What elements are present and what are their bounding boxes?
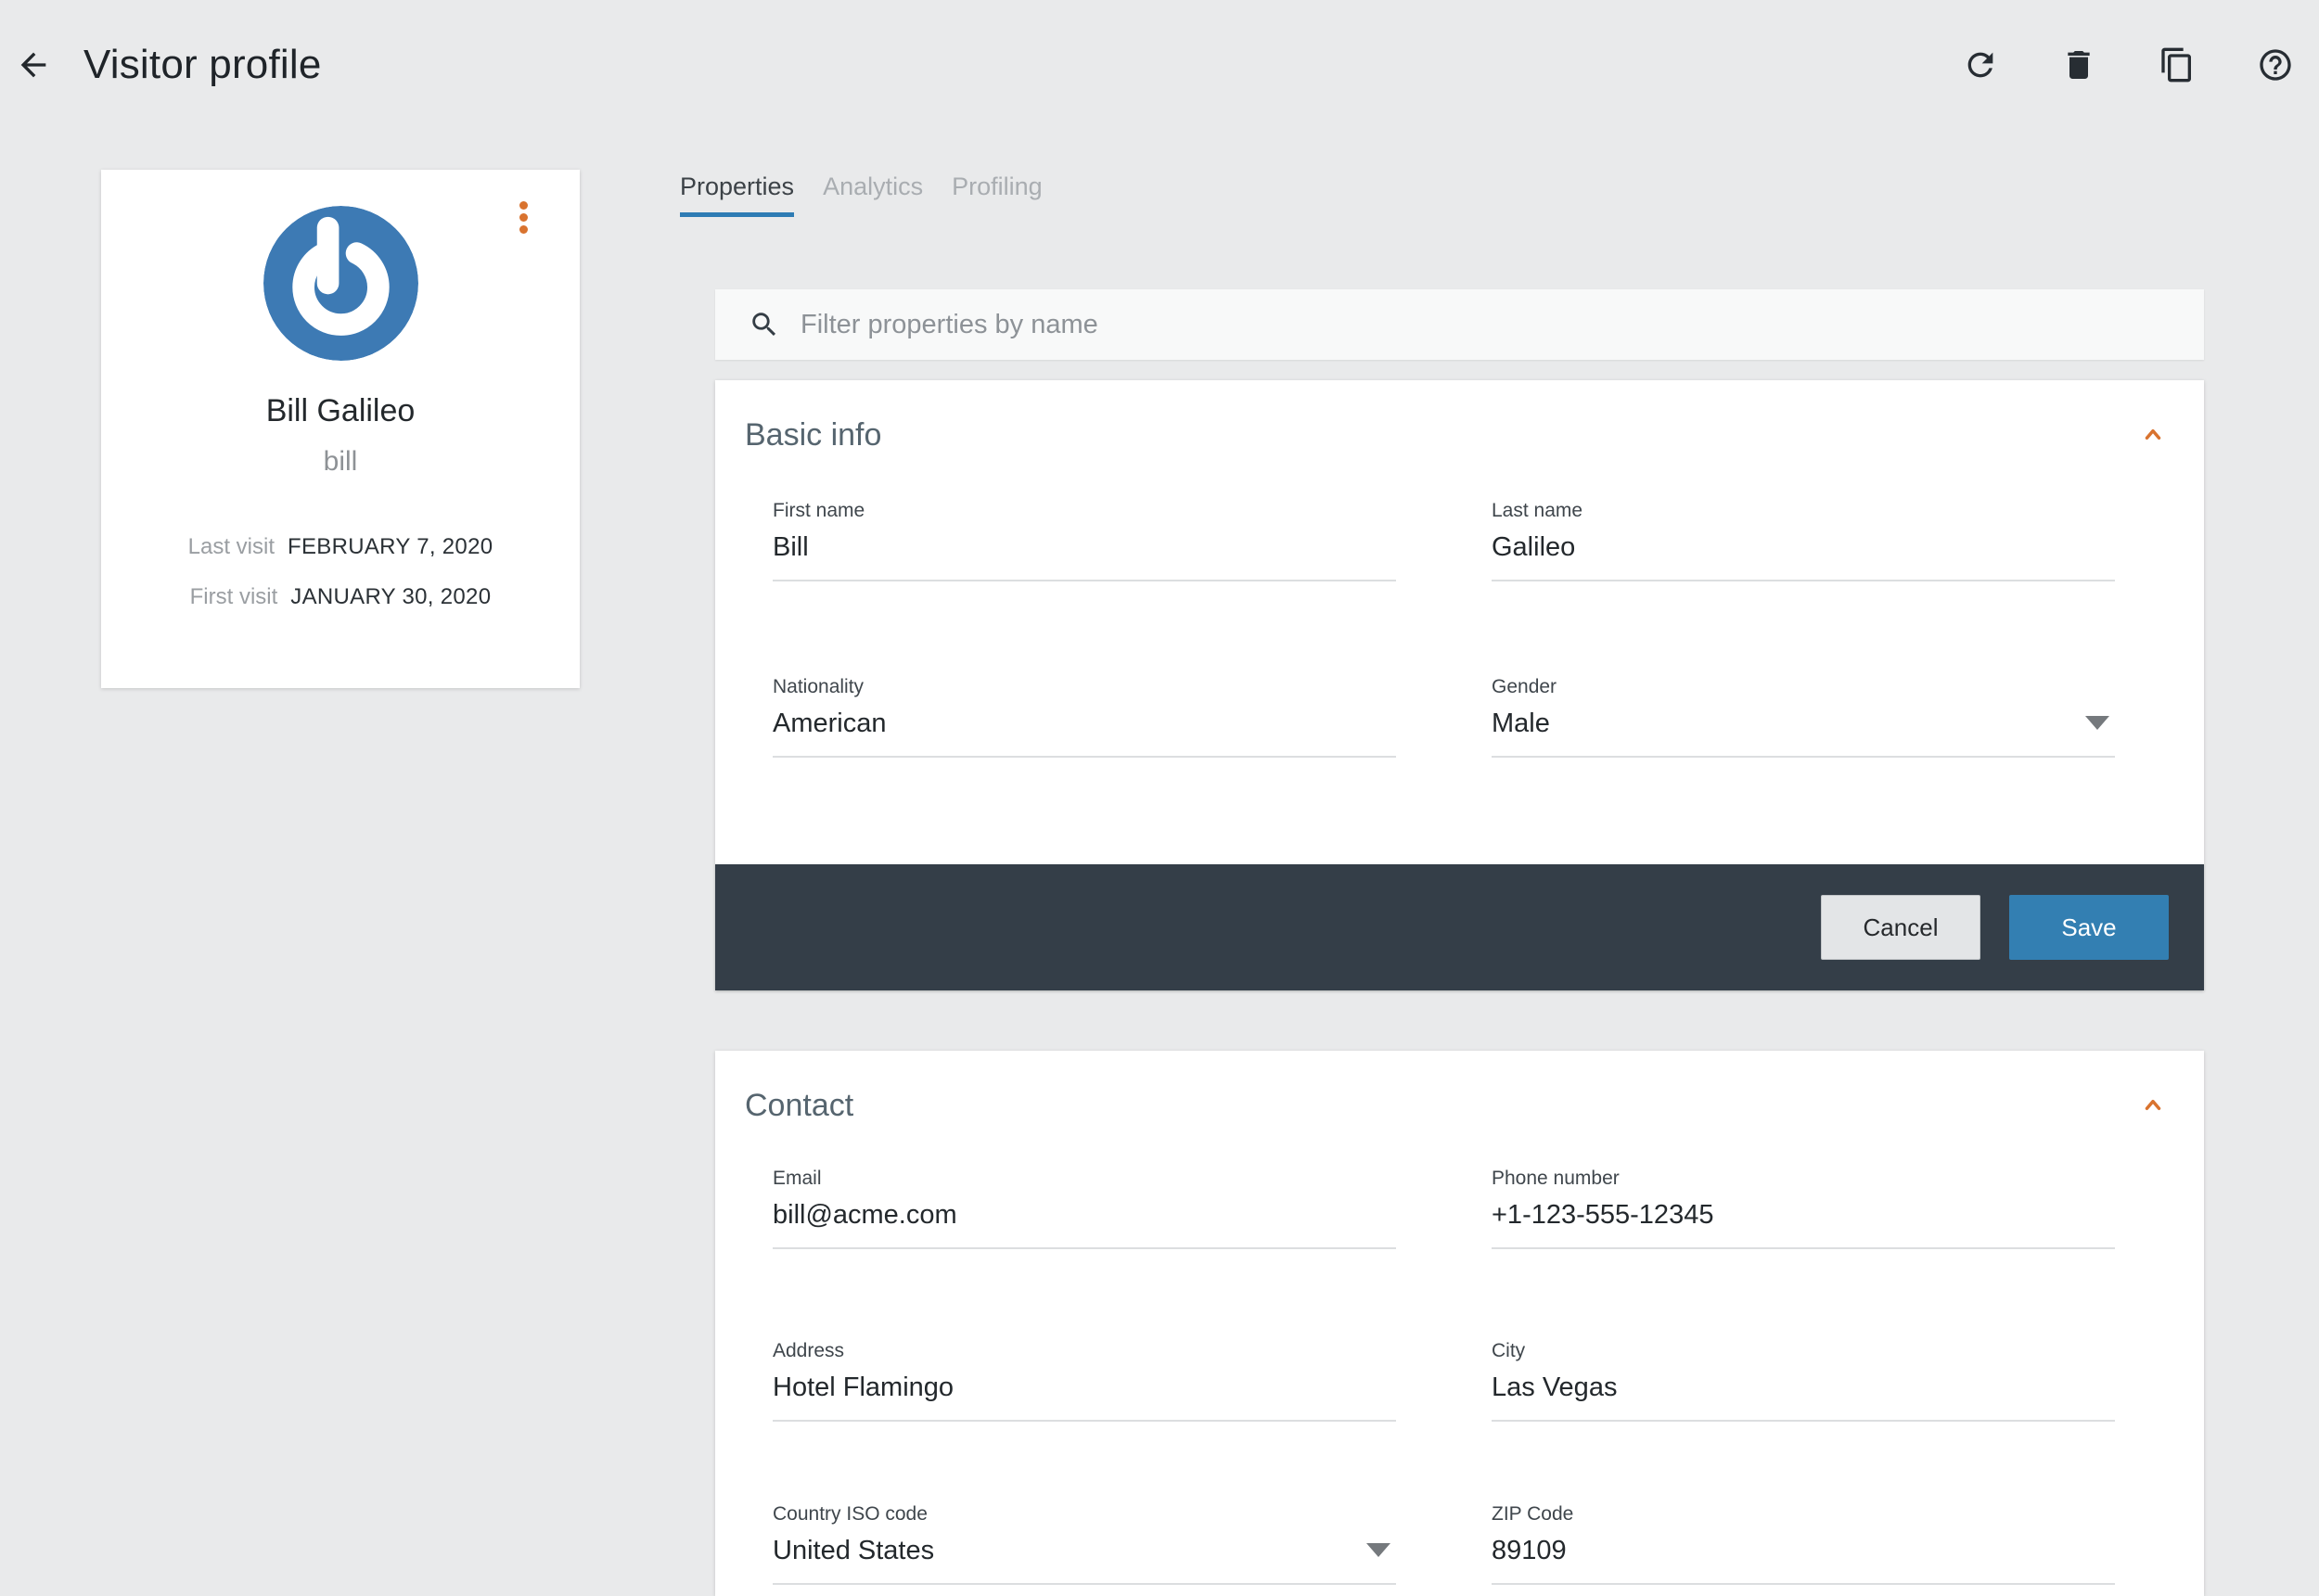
field-label: Last name bbox=[1492, 501, 2115, 521]
delete-icon[interactable] bbox=[2059, 45, 2098, 84]
last-name-input[interactable] bbox=[1492, 531, 2115, 581]
search-icon bbox=[749, 309, 780, 340]
tab-analytics[interactable]: Analytics bbox=[823, 172, 923, 217]
section-title: Contact bbox=[745, 1088, 853, 1124]
field-label: Country ISO code bbox=[773, 1504, 1396, 1525]
refresh-glyph bbox=[1962, 46, 1999, 83]
help-icon[interactable] bbox=[2256, 45, 2295, 84]
tab-properties[interactable]: Properties bbox=[680, 172, 794, 217]
city-input[interactable] bbox=[1492, 1372, 2115, 1422]
copy-glyph bbox=[2159, 46, 2196, 83]
field-label: City bbox=[1492, 1341, 2115, 1361]
first-visit-row: First visit JANUARY 30, 2020 bbox=[101, 583, 580, 611]
kebab-dot bbox=[519, 201, 528, 210]
search-input[interactable] bbox=[801, 310, 2185, 340]
first-visit-value: JANUARY 30, 2020 bbox=[290, 583, 491, 611]
caret-down-icon[interactable] bbox=[1366, 1543, 1390, 1557]
save-action-bar: Cancel Save bbox=[715, 864, 2204, 990]
back-icon[interactable] bbox=[13, 45, 54, 85]
copy-icon[interactable] bbox=[2158, 45, 2197, 84]
phone-number-input[interactable] bbox=[1492, 1199, 2115, 1249]
caret-down-icon[interactable] bbox=[2085, 716, 2109, 730]
field-label: Phone number bbox=[1492, 1168, 2115, 1189]
cancel-button[interactable]: Cancel bbox=[1821, 895, 1980, 960]
header-actions bbox=[1961, 45, 2319, 84]
arrow-left-icon bbox=[15, 46, 52, 83]
avatar bbox=[263, 206, 418, 361]
field-city: City bbox=[1492, 1341, 2115, 1422]
refresh-icon[interactable] bbox=[1961, 45, 2000, 84]
chevron-up-icon[interactable] bbox=[2139, 1092, 2167, 1119]
kebab-dot bbox=[519, 225, 528, 234]
question-circle-glyph bbox=[2257, 46, 2294, 83]
field-label: Address bbox=[773, 1341, 1396, 1361]
trash-glyph bbox=[2060, 46, 2097, 83]
field-label: Nationality bbox=[773, 677, 1396, 697]
last-visit-row: Last visit FEBRUARY 7, 2020 bbox=[101, 533, 580, 561]
first-visit-label: First visit bbox=[190, 583, 278, 611]
visitor-summary-card: Bill Galileo bill Last visit FEBRUARY 7,… bbox=[101, 170, 580, 688]
visitor-name: Bill Galileo bbox=[101, 391, 580, 430]
page-title: Visitor profile bbox=[83, 42, 322, 88]
profile-tabs: Properties Analytics Profiling bbox=[680, 172, 1043, 217]
last-visit-value: FEBRUARY 7, 2020 bbox=[288, 533, 493, 561]
profile-menu-icon[interactable] bbox=[517, 201, 530, 234]
first-name-input[interactable] bbox=[773, 531, 1396, 581]
field-country-iso-code: Country ISO code bbox=[773, 1504, 1396, 1585]
gender-select[interactable] bbox=[1492, 708, 2115, 758]
section-contact: Contact Email Phone number Address City … bbox=[715, 1051, 2204, 1596]
email-input[interactable] bbox=[773, 1199, 1396, 1249]
address-input[interactable] bbox=[773, 1372, 1396, 1422]
visitor-username: bill bbox=[101, 444, 580, 479]
field-label: ZIP Code bbox=[1492, 1504, 2115, 1525]
save-button[interactable]: Save bbox=[2009, 895, 2169, 960]
country-select[interactable] bbox=[773, 1535, 1396, 1585]
field-label: Email bbox=[773, 1168, 1396, 1189]
section-basic-info: Basic info First name Last name National… bbox=[715, 380, 2204, 864]
field-address: Address bbox=[773, 1341, 1396, 1422]
zip-code-input[interactable] bbox=[1492, 1535, 2115, 1585]
tab-profiling[interactable]: Profiling bbox=[952, 172, 1043, 217]
section-title: Basic info bbox=[745, 417, 881, 453]
field-first-name: First name bbox=[773, 501, 1396, 581]
last-visit-label: Last visit bbox=[188, 533, 275, 561]
property-filter-bar bbox=[715, 289, 2204, 360]
visitor-profile-page: Visitor profile bbox=[0, 0, 2319, 1596]
field-label: Gender bbox=[1492, 677, 2115, 697]
kebab-dot bbox=[519, 213, 528, 222]
field-last-name: Last name bbox=[1492, 501, 2115, 581]
field-zip-code: ZIP Code bbox=[1492, 1504, 2115, 1585]
field-email: Email bbox=[773, 1168, 1396, 1249]
field-gender: Gender bbox=[1492, 677, 2115, 758]
field-phone-number: Phone number bbox=[1492, 1168, 2115, 1249]
field-nationality: Nationality bbox=[773, 677, 1396, 758]
top-bar: Visitor profile bbox=[0, 0, 2319, 130]
field-label: First name bbox=[773, 501, 1396, 521]
chevron-up-icon[interactable] bbox=[2139, 421, 2167, 449]
nationality-input[interactable] bbox=[773, 708, 1396, 758]
